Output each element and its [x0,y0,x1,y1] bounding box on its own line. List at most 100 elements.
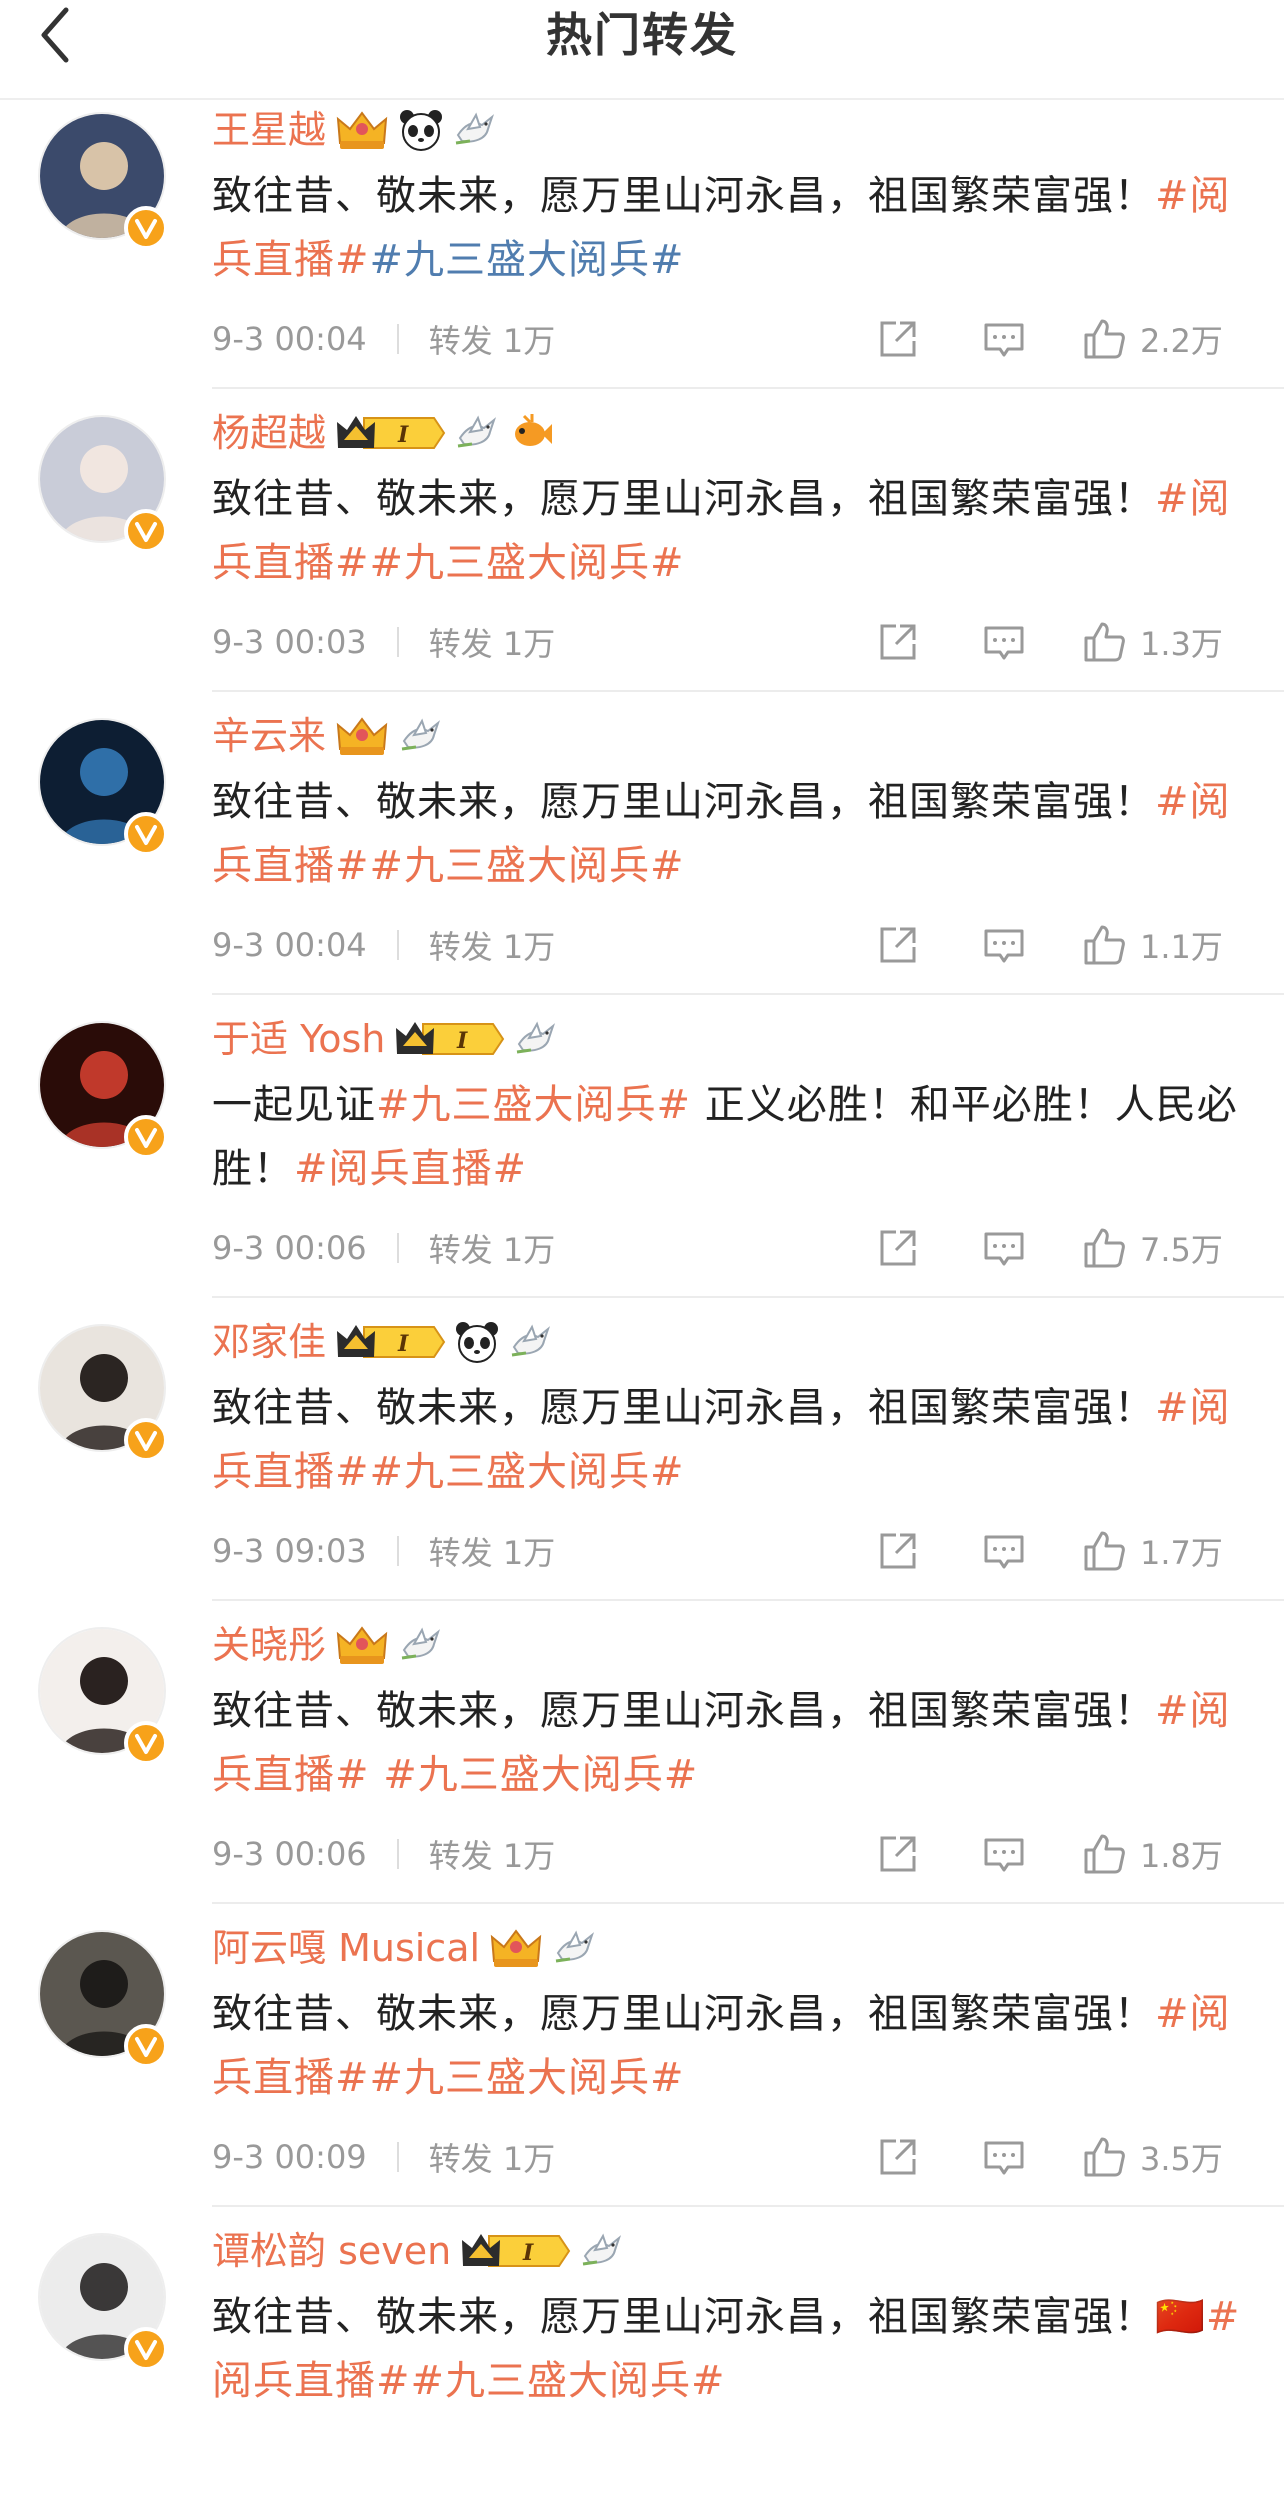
timestamp: 9-3 00:04 [212,320,367,358]
user-name[interactable]: 谭松韵 seven [212,2223,451,2279]
repost-meta: 9-3 00:04 转发 1万 [212,314,555,364]
like-button[interactable]: 2.2万 [1082,314,1223,364]
avatar[interactable] [38,1930,170,2068]
verified-badge-icon [124,509,168,553]
crown-level-icon: I [334,1319,446,1365]
user-name-row: 关晓彤 [212,1617,444,1673]
repost-meta: 9-3 00:03 转发 1万 [212,617,555,667]
share-button[interactable] [876,617,920,667]
crown-icon [488,1925,544,1971]
comment-button[interactable] [982,314,1026,364]
user-name[interactable]: 关晓彤 [212,1617,326,1673]
divider [212,1296,1284,1298]
repost-text: 致往昔、敬未来，愿万里山河永昌，祖国繁荣富强！#阅兵直播##九三盛大阅兵# [212,467,1262,595]
topic-hashtag-link[interactable]: #阅兵直播# [294,1146,527,1192]
avatar[interactable] [38,112,170,250]
divider [212,387,1284,389]
comment-button[interactable] [982,1223,1026,1273]
comment-button[interactable] [982,617,1026,667]
divider [212,2205,1284,2207]
comment-button[interactable] [982,1526,1026,1576]
dove-icon [508,1319,554,1365]
like-button[interactable]: 1.8万 [1082,1829,1223,1879]
comment-icon [984,323,1024,357]
comment-button[interactable] [982,2132,1026,2182]
crown-icon [334,1622,390,1668]
text-segment: 致往昔、敬未来，愿万里山河永昌，祖国繁荣富强！ [212,1688,1155,1734]
share-button[interactable] [876,314,920,364]
repost-item[interactable]: 王星越 致往昔、敬未来，愿万里山河永昌，祖国繁荣富强！#阅兵直播##九三盛大阅兵#… [0,84,1284,387]
user-name[interactable]: 邓家佳 [212,1314,326,1370]
repost-item[interactable]: 辛云来 致往昔、敬未来，愿万里山河永昌，祖国繁荣富强！#阅兵直播##九三盛大阅兵#… [0,690,1284,993]
verified-badge-icon [124,2024,168,2068]
topic-hashtag-link[interactable]: #九三盛大阅兵# [376,1082,691,1128]
timestamp: 9-3 00:06 [212,1229,367,1267]
divider [396,1536,399,1566]
dove-icon [513,1016,559,1062]
topic-hashtag-link[interactable]: #九三盛大阅兵# [370,237,685,283]
user-name-row: 谭松韵 seven I [212,2223,625,2279]
text-segment: 致往昔、敬未来，愿万里山河永昌，祖国繁荣富强！ [212,1991,1155,2037]
share-button[interactable] [876,1829,920,1879]
share-button[interactable] [876,1526,920,1576]
like-button[interactable]: 1.1万 [1082,920,1223,970]
user-name-row: 杨超越 I [212,405,554,461]
repost-meta: 9-3 09:03 转发 1万 [212,1526,555,1576]
user-name[interactable]: 王星越 [212,102,326,158]
divider [396,1233,399,1263]
svg-text:I: I [397,422,409,448]
divider [212,993,1284,995]
divider [396,627,399,657]
like-button[interactable]: 7.5万 [1082,1223,1223,1273]
svg-text:I: I [456,1028,468,1054]
user-name[interactable]: 杨超越 [212,405,326,461]
avatar[interactable] [38,718,170,856]
avatar[interactable] [38,1021,170,1159]
like-button[interactable]: 1.7万 [1082,1526,1223,1576]
repost-meta: 9-3 00:06 转发 1万 [212,1223,555,1273]
dove-icon [579,2228,625,2274]
repost-item[interactable]: 邓家佳 I 致往昔、敬未来，愿万里山河永昌，祖国繁荣富强！#阅兵直播##九三盛大阅兵… [0,1296,1284,1599]
verified-badge-icon [124,206,168,250]
like-button[interactable]: 1.3万 [1082,617,1223,667]
repost-text: 致往昔、敬未来，愿万里山河永昌，祖国繁荣富强！#阅兵直播# #九三盛大阅兵# [212,1679,1262,1807]
repost-count: 转发 1万 [428,1534,556,1572]
repost-item[interactable]: 杨超越 I 致往昔、敬未来，愿万里山河永昌，祖国繁荣富强！#阅兵直播##九三盛大阅兵… [0,387,1284,690]
repost-item[interactable]: 关晓彤致往昔、敬未来，愿万里山河永昌，祖国繁荣富强！#阅兵直播# #九三盛大阅兵… [0,1599,1284,1902]
comment-icon [984,626,1024,660]
repost-item[interactable]: 阿云嘎 Musical 致往昔、敬未来，愿万里山河永昌，祖国繁荣富强！#阅兵直播#… [0,1902,1284,2205]
dove-icon [398,713,444,759]
divider [396,2142,399,2172]
avatar[interactable] [38,1627,170,1765]
repost-count: 转发 1万 [428,928,556,966]
repost-item[interactable]: 于适 Yosh I 一起见证#九三盛大阅兵# 正义必胜！和平必胜！人民必胜！#阅兵直… [0,993,1284,1296]
like-count: 3.5万 [1140,2140,1223,2178]
like-icon [1084,319,1125,359]
crown-icon [334,713,390,759]
user-name[interactable]: 阿云嘎 Musical [212,1920,480,1976]
repost-text: 致往昔、敬未来，愿万里山河永昌，祖国繁荣富强！#阅兵直播##九三盛大阅兵# [212,1982,1262,2110]
repost-text: 致往昔、敬未来，愿万里山河永昌，祖国繁荣富强！🇨🇳#阅兵直播##九三盛大阅兵# [212,2285,1262,2413]
like-icon [1084,1228,1125,1268]
share-button[interactable] [876,1223,920,1273]
comment-button[interactable] [982,920,1026,970]
comment-button[interactable] [982,1829,1026,1879]
panda-icon [454,1319,500,1365]
divider [212,1599,1284,1601]
like-icon [1084,1531,1125,1571]
fish-icon [508,410,554,456]
user-name[interactable]: 辛云来 [212,708,326,764]
like-count: 1.8万 [1140,1837,1223,1875]
timestamp: 9-3 00:03 [212,623,367,661]
crown-level-icon: I [334,410,446,456]
share-button[interactable] [876,2132,920,2182]
avatar[interactable] [38,2233,170,2371]
user-name[interactable]: 于适 Yosh [212,1011,385,1067]
like-button[interactable]: 3.5万 [1082,2132,1223,2182]
comment-icon [984,1535,1024,1569]
share-button[interactable] [876,920,920,970]
repost-item[interactable]: 谭松韵 seven I 致往昔、敬未来，愿万里山河永昌，祖国繁荣富强！🇨🇳#阅兵直播… [0,2205,1284,2500]
avatar[interactable] [38,1324,170,1462]
text-segment: 致往昔、敬未来，愿万里山河永昌，祖国繁荣富强！ [212,779,1155,825]
avatar[interactable] [38,415,170,553]
